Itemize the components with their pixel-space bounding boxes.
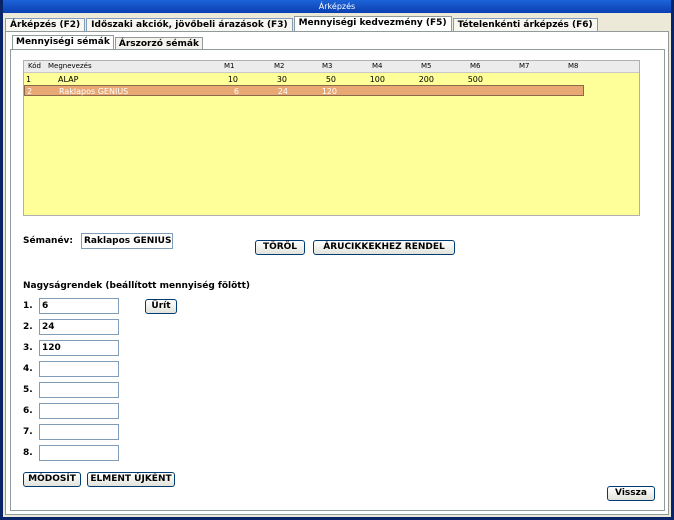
tab-mennyisegi-semak[interactable]: Mennyiségi sémák — [12, 35, 114, 50]
cell-m3: 50 — [325, 75, 336, 84]
level-6-input[interactable] — [39, 403, 119, 419]
level-label: 5. — [23, 385, 33, 395]
level-7-input[interactable] — [39, 424, 119, 440]
level-label: 7. — [23, 427, 33, 437]
cell-m2: 30 — [276, 75, 287, 84]
col-header-kod[interactable]: Kód — [28, 61, 41, 72]
vissza-button[interactable]: Vissza — [607, 486, 655, 501]
cell-m4: 100 — [369, 75, 385, 84]
level-2-input[interactable]: 24 — [39, 319, 119, 335]
schema-grid[interactable]: Kód Megnevezés M1 M2 M3 M4 M5 M6 M7 M8 1… — [23, 60, 640, 216]
col-header-m8[interactable]: M8 — [568, 61, 579, 72]
sub-tab-panel: Kód Megnevezés M1 M2 M3 M4 M5 M6 M7 M8 1… — [10, 49, 665, 511]
level-5-input[interactable] — [39, 382, 119, 398]
sub-tab-strip: Mennyiségi sémák Árszorzó sémák — [12, 35, 204, 50]
cell-megnevezes: ALAP — [58, 75, 79, 84]
main-tab-panel: Mennyiségi sémák Árszorzó sémák Kód Megn… — [5, 31, 669, 515]
tab-idoszaki-akciok[interactable]: Időszaki akciók, jövőbeli árazások (F3) — [86, 18, 293, 32]
level-1-input[interactable]: 6 — [39, 298, 119, 314]
torol-button[interactable]: TÖRÖL — [255, 240, 305, 255]
modosit-button[interactable]: MÓDOSÍT — [23, 472, 81, 487]
cell-kod: 1 — [26, 75, 32, 84]
main-tab-strip: Árképzés (F2) Időszaki akciók, jövőbeli … — [5, 16, 599, 32]
level-label: 4. — [23, 364, 33, 374]
tab-mennyisegi-kedvezmeny[interactable]: Mennyiségi kedvezmény (F5) — [293, 16, 452, 32]
level-label: 1. — [23, 301, 33, 311]
cell-megnevezes: Raklapos GENIUS — [59, 87, 129, 96]
col-header-m1[interactable]: M1 — [224, 61, 235, 72]
level-label: 8. — [23, 448, 33, 458]
col-header-m3[interactable]: M3 — [322, 61, 333, 72]
grid-header: Kód Megnevezés M1 M2 M3 M4 M5 M6 M7 M8 — [24, 61, 639, 73]
tab-tetelenkenti-arkepzes[interactable]: Tételenkénti árképzés (F6) — [452, 18, 598, 32]
cell-m6: 500 — [467, 75, 483, 84]
level-4-input[interactable] — [39, 361, 119, 377]
arucikkekhez-rendel-button[interactable]: ÁRUCIKKEKHEZ RENDEL — [313, 240, 455, 255]
col-header-m4[interactable]: M4 — [372, 61, 383, 72]
level-label: 2. — [23, 322, 33, 332]
semanev-label: Sémanév: — [23, 236, 74, 246]
urit-button[interactable]: Ürít — [145, 299, 177, 314]
semanev-field[interactable]: Raklapos GENIUS — [81, 233, 173, 249]
cell-m2: 24 — [277, 87, 288, 96]
table-row[interactable]: 1 ALAP 10 30 50 100 200 500 — [24, 74, 584, 85]
nagysagrendek-title: Nagyságrendek (beállított mennyiség fölö… — [23, 281, 250, 291]
col-header-m2[interactable]: M2 — [274, 61, 285, 72]
elment-ujkent-button[interactable]: ELMENT ÚJKÉNT — [87, 472, 175, 487]
cell-m5: 200 — [418, 75, 434, 84]
col-header-m5[interactable]: M5 — [421, 61, 432, 72]
window-title: Árképzés — [3, 0, 671, 13]
level-label: 3. — [23, 343, 33, 353]
level-3-input[interactable]: 120 — [39, 340, 119, 356]
table-row-selected[interactable]: 2 Raklapos GENIUS 6 24 120 — [24, 85, 584, 96]
client-area: Árképzés (F2) Időszaki akciók, jövőbeli … — [3, 13, 671, 517]
cell-m3: 120 — [321, 87, 337, 96]
tab-arkepzes[interactable]: Árképzés (F2) — [5, 18, 86, 32]
col-header-m6[interactable]: M6 — [470, 61, 481, 72]
col-header-megnevezes[interactable]: Megnevezés — [48, 61, 92, 72]
cell-kod: 2 — [27, 87, 33, 96]
cell-m1: 6 — [233, 87, 239, 96]
app-window: Árképzés Árképzés (F2) Időszaki akciók, … — [0, 0, 674, 520]
col-header-m7[interactable]: M7 — [519, 61, 530, 72]
level-8-input[interactable] — [39, 445, 119, 461]
level-label: 6. — [23, 406, 33, 416]
cell-m1: 10 — [227, 75, 238, 84]
